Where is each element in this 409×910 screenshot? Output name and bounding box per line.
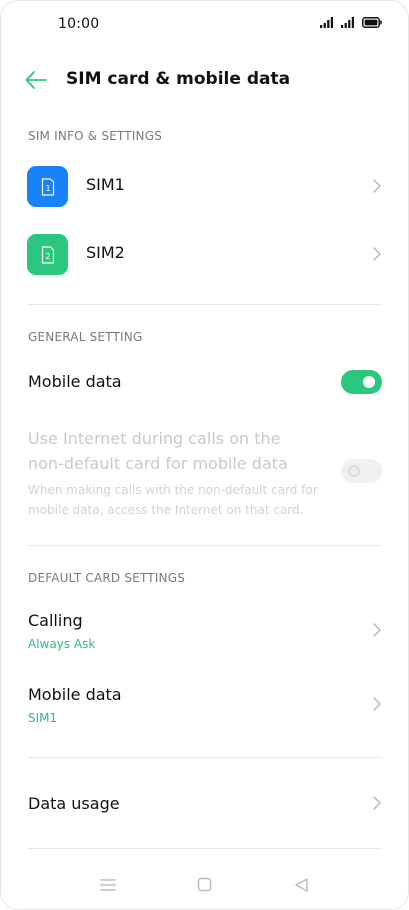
mobile-data-label: Mobile data [28, 372, 122, 391]
calling-row[interactable]: Calling Always Ask [0, 606, 409, 656]
svg-text:2: 2 [45, 252, 50, 261]
navigation-bar [0, 860, 409, 910]
section-header-general: GENERAL SETTING [28, 330, 143, 344]
toggle-knob [348, 465, 360, 477]
header: SIM card & mobile data [0, 55, 409, 105]
sim1-label: SIM1 [86, 175, 125, 194]
svg-text:1: 1 [45, 184, 50, 193]
sim1-card-icon: 1 [27, 166, 68, 207]
status-time: 10:00 [58, 16, 100, 32]
chevron-right-icon [373, 179, 381, 193]
signal-sim2-icon [341, 17, 354, 28]
section-header-default-card: DEFAULT CARD SETTINGS [28, 571, 186, 585]
status-bar: 10:00 [0, 0, 409, 50]
phone-screen: 10:00 SIM card & mobile data SIM INFO & … [0, 0, 409, 910]
internet-during-calls-row: Use Internet during calls on the non-def… [0, 424, 409, 524]
divider [28, 757, 382, 758]
menu-icon[interactable] [98, 876, 118, 894]
mobile-data-row[interactable]: Mobile data [0, 360, 409, 406]
data-usage-row[interactable]: Data usage [0, 780, 409, 826]
chevron-right-icon [373, 623, 381, 637]
chevron-right-icon [373, 697, 381, 711]
back-icon[interactable] [292, 876, 312, 894]
signal-sim1-icon [320, 17, 333, 28]
page-title: SIM card & mobile data [66, 69, 291, 89]
section-header-sim-info: SIM INFO & SETTINGS [28, 129, 163, 143]
mobile-data-toggle[interactable] [341, 370, 382, 394]
chevron-right-icon [373, 247, 381, 261]
default-mobile-data-value: SIM1 [28, 711, 58, 725]
internet-during-calls-title: Use Internet during calls on the non-def… [28, 429, 288, 473]
calling-label: Calling [28, 611, 83, 630]
calling-value: Always Ask [28, 637, 96, 651]
battery-icon [362, 17, 382, 28]
home-icon[interactable] [195, 876, 215, 894]
sim-item-sim1[interactable]: 1 SIM1 [0, 156, 409, 216]
status-icons [320, 17, 382, 28]
default-mobile-data-label: Mobile data [28, 685, 122, 704]
sim2-card-icon: 2 [27, 234, 68, 275]
divider [28, 848, 382, 849]
chevron-right-icon [373, 796, 381, 810]
internet-during-calls-description: When making calls with the non-default c… [28, 483, 318, 517]
sim-item-sim2[interactable]: 2 SIM2 [0, 224, 409, 284]
back-arrow-icon[interactable] [24, 69, 48, 91]
toggle-knob [363, 376, 375, 388]
divider [28, 304, 382, 305]
divider [28, 545, 382, 546]
internet-during-calls-toggle [341, 459, 382, 483]
default-mobile-data-row[interactable]: Mobile data SIM1 [0, 680, 409, 730]
sim2-label: SIM2 [86, 243, 125, 262]
data-usage-label: Data usage [28, 794, 120, 813]
